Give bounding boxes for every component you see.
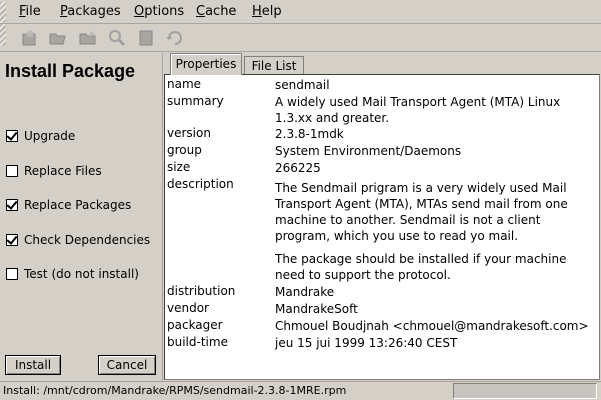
document-icon[interactable] [136,28,156,48]
option-test[interactable]: Test (do not install) [6,266,139,282]
property-value: 2.3.8-1mdk [275,127,344,141]
property-value: jeu 15 jui 1999 13:26:40 CEST [275,336,458,350]
option-label: Check Dependencies [24,233,151,247]
property-key: group [167,143,202,157]
property-key: distribution [167,284,236,298]
properties-panel: name sendmail summary A widely used Mail… [164,74,600,380]
menubar: File Packages Options Cache Help [0,0,601,24]
menu-cache[interactable]: Cache [196,4,236,19]
menu-file[interactable]: File [19,4,41,19]
property-value: Chmouel Boudjnah <chmouel@mandrakesoft.c… [275,319,589,333]
option-label: Replace Packages [24,198,132,212]
property-value: System Environment/Daemons [275,144,462,158]
property-key: version [167,126,211,140]
replace-packages-checkbox[interactable] [6,199,18,211]
description-text: The package should be installed if your … [275,252,567,282]
property-key: packager [167,318,223,332]
progress-bar [453,383,597,399]
menu-help[interactable]: Help [252,4,282,19]
option-label: Replace Files [24,164,102,178]
toolbar [0,24,601,52]
property-key: build-time [167,335,228,349]
menu-packages[interactable]: Packages [60,4,121,19]
refresh-icon[interactable] [165,28,185,48]
property-key: size [167,160,191,174]
description-text: The Sendmail prigram is a very widely us… [275,181,568,243]
install-icon[interactable] [20,28,40,48]
install-options-panel: Install Package Upgrade Replace Files Re… [0,53,163,381]
cancel-button[interactable]: Cancel [98,355,156,375]
upgrade-checkbox[interactable] [6,130,18,142]
option-replace-files[interactable]: Replace Files [6,163,102,179]
option-replace-packages[interactable]: Replace Packages [6,197,131,213]
search-icon[interactable] [107,28,127,48]
status-text: Install: /mnt/cdrom/Mandrake/RPMS/sendma… [3,384,347,397]
property-key: name [167,77,202,91]
panel-title: Install Package [5,61,136,81]
option-label: Upgrade [24,129,76,143]
property-value: MandrakeSoft [275,302,358,316]
tab-properties[interactable]: Properties [170,53,242,75]
replace-files-checkbox[interactable] [6,165,18,177]
property-key: description [167,177,234,191]
test-checkbox[interactable] [6,268,18,280]
option-check-dependencies[interactable]: Check Dependencies [6,232,150,248]
property-value: 266225 [275,161,321,175]
option-label: Test (do not install) [24,267,139,281]
folder-icon[interactable] [78,28,98,48]
property-key: summary [167,94,224,108]
property-value: A widely used Mail Transport Agent (MTA)… [275,95,561,125]
statusbar: Install: /mnt/cdrom/Mandrake/RPMS/sendma… [0,381,601,400]
property-value: Mandrake [275,285,335,299]
open-folder-icon[interactable] [48,28,68,48]
tab-file-list[interactable]: File List [244,56,304,75]
property-key: vendor [167,301,209,315]
menu-options[interactable]: Options [134,4,184,19]
check-dependencies-checkbox[interactable] [6,234,18,246]
option-upgrade[interactable]: Upgrade [6,128,75,144]
property-value: sendmail [275,78,330,92]
install-button[interactable]: Install [5,355,61,375]
